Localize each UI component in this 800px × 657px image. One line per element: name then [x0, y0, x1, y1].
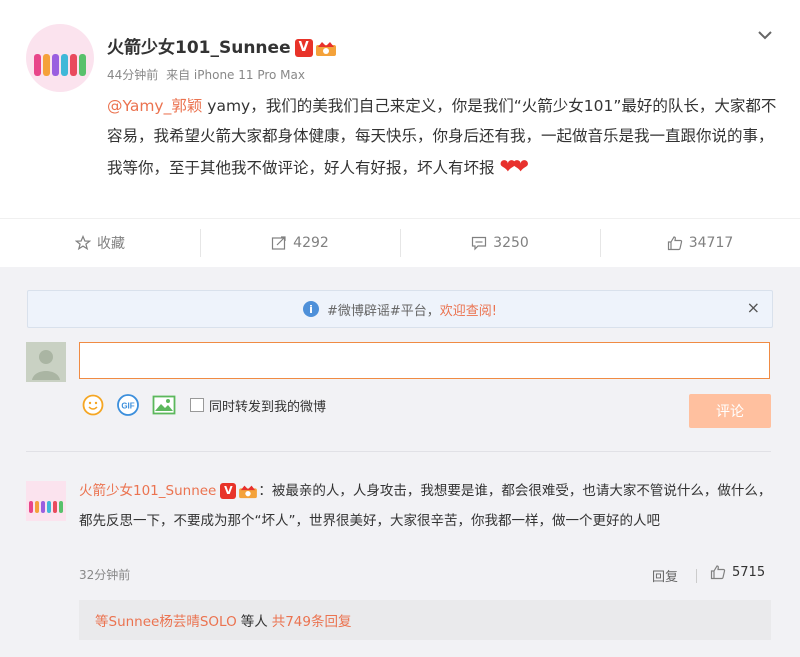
close-icon[interactable]: ×: [747, 298, 760, 317]
repost-checkbox-label: 同时转发到我的微博: [209, 399, 327, 415]
rumor-notice-banner: i #微博辟谣#平台， 欢迎查阅! ×: [27, 290, 773, 328]
repost-checkbox-row[interactable]: 同时转发到我的微博: [190, 396, 326, 415]
view-all-replies-link[interactable]: 共749条回复: [272, 610, 352, 630]
author-name-row: 火箭少女101_Sunnee V: [107, 33, 337, 58]
verified-badge-icon: V: [220, 483, 237, 499]
post-time[interactable]: 44分钟前: [107, 68, 158, 82]
like-button[interactable]: 34717: [600, 219, 800, 267]
notice-text: #微博辟谣#平台，: [326, 303, 440, 319]
weibo-post: 火箭少女101_Sunnee V 44分钟前 来自 iPhone 11 Pro M…: [0, 0, 800, 218]
submit-comment-button[interactable]: 评论: [689, 394, 771, 428]
comment-like-count: 5715: [732, 564, 766, 580]
reply-button[interactable]: 回复: [652, 566, 678, 585]
author-avatar[interactable]: [26, 24, 94, 92]
comment-count: 3250: [493, 235, 529, 251]
post-source: 来自 iPhone 11 Pro Max: [166, 68, 305, 82]
thumbs-up-icon: [710, 565, 726, 580]
post-text: yamy，我们的美我们自己来定义，你是我们“火箭少女101”最好的队长，大家都不…: [107, 97, 777, 177]
comment-button[interactable]: 3250: [400, 219, 600, 267]
heart-emoji-icon: ❤❤: [499, 154, 528, 178]
commenter-name[interactable]: 火箭少女101_Sunnee: [79, 483, 216, 499]
repost-count: 4292: [293, 235, 329, 251]
crown-badge-icon: [239, 485, 258, 499]
chevron-down-icon[interactable]: [754, 24, 776, 46]
favorite-label: 收藏: [97, 236, 125, 252]
reply-user-link[interactable]: 等Sunnee杨芸晴SOLO: [95, 610, 237, 630]
notice-link[interactable]: 欢迎查阅!: [440, 300, 497, 319]
crown-badge-icon: [315, 42, 336, 56]
post-content: @Yamy_郭颖 yamy，我们的美我们自己来定义，你是我们“火箭少女101”最…: [107, 91, 777, 183]
comment-time: 32分钟前: [79, 568, 131, 582]
verified-badge-icon: V: [294, 39, 313, 57]
info-icon: i: [302, 301, 319, 317]
comment-icon: [472, 236, 487, 251]
more-replies-bar: 等Sunnee杨芸晴SOLO 等人 共749条回复: [79, 600, 771, 640]
favorite-button[interactable]: 收藏: [0, 219, 200, 267]
emoji-icon[interactable]: [82, 394, 104, 416]
divider: [26, 451, 771, 452]
comment-input[interactable]: [79, 342, 770, 379]
author-name[interactable]: 火箭少女101_Sunnee: [107, 38, 291, 58]
like-count: 34717: [688, 235, 734, 251]
current-user-avatar: [26, 342, 66, 382]
image-icon[interactable]: [152, 395, 176, 415]
post-meta: 44分钟前 来自 iPhone 11 Pro Max: [107, 66, 305, 83]
action-bar: 收藏 4292 3250 34717: [0, 218, 800, 268]
divider: [696, 569, 697, 583]
repost-checkbox[interactable]: [190, 398, 204, 412]
reply-middle-text: 等人: [240, 614, 268, 630]
gif-icon[interactable]: GIF: [116, 394, 140, 416]
commenter-avatar[interactable]: [26, 481, 66, 521]
comment-item: 火箭少女101_Sunnee V ：被最亲的人，人身攻击，我想要是谁，都会很难受，也…: [79, 476, 774, 536]
comment-like-button[interactable]: 5715: [710, 564, 765, 580]
mention-link[interactable]: @Yamy_郭颖: [107, 97, 202, 115]
thumbs-up-icon: [667, 236, 682, 251]
gif-label: GIF: [121, 402, 134, 411]
user-avatar-image: [26, 342, 66, 382]
repost-icon: [272, 236, 286, 250]
star-icon: [75, 235, 91, 251]
repost-button[interactable]: 4292: [200, 219, 400, 267]
composer-toolbar: GIF 同时转发到我的微博: [82, 394, 326, 416]
